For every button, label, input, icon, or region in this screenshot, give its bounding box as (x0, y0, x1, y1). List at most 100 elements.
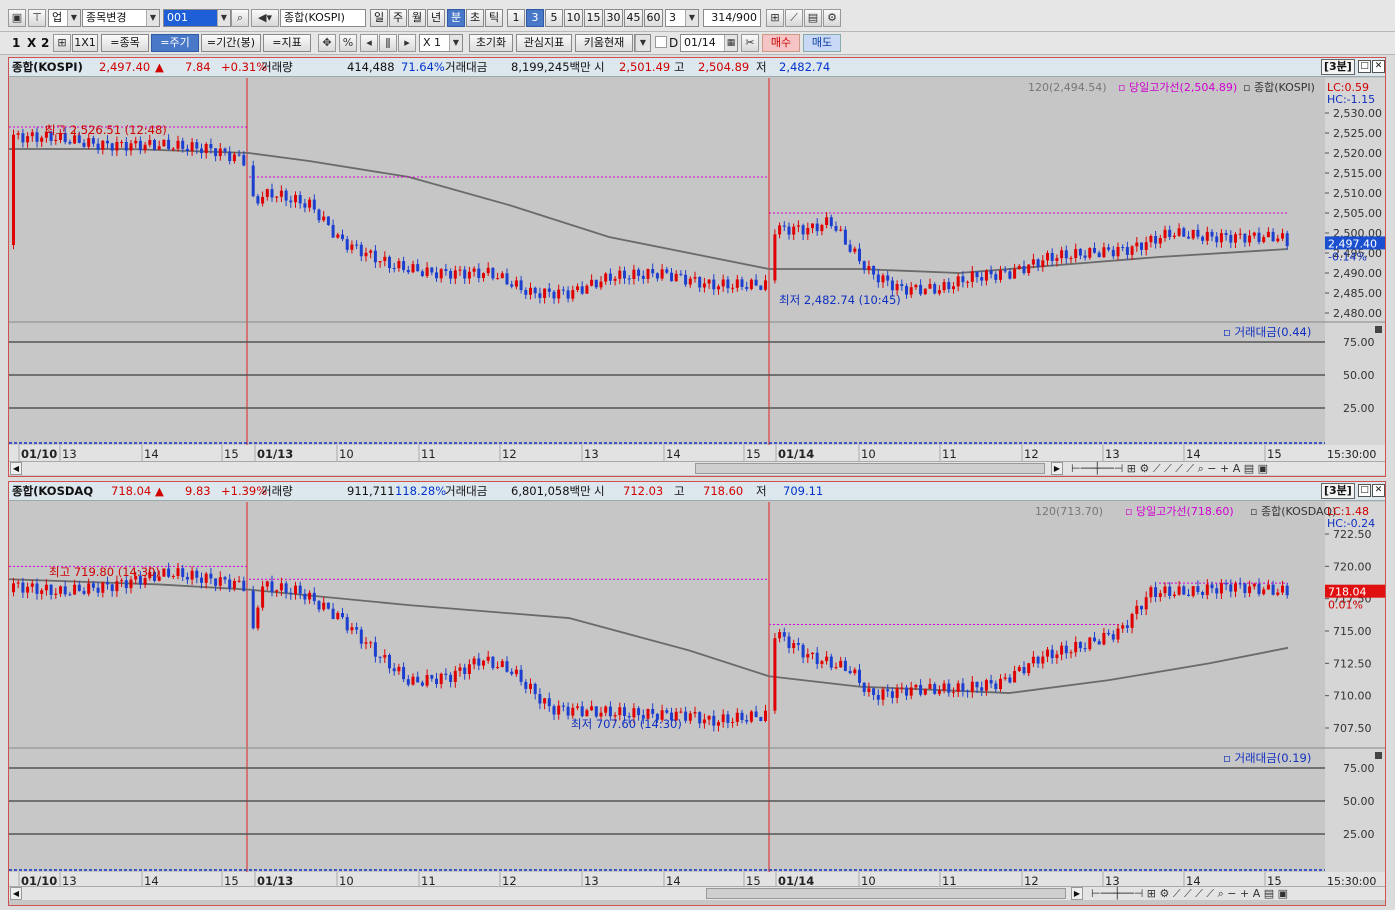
prev-icon[interactable]: ◂ (360, 34, 378, 52)
kosdaq-chart-tools[interactable]: ⊢──┼──⊣ ⊞ ⚙ ⟋ ⟋ ⟋ ⟋ ⌕ − + A ▤ ▣ (1091, 887, 1288, 900)
candle-body (355, 627, 359, 630)
maximize-icon[interactable]: □ (1358, 60, 1371, 73)
stock-change-select[interactable]: 종목변경 ▼ (82, 9, 160, 27)
candle-body (576, 286, 579, 290)
period-link-button[interactable]: =주기 (151, 34, 199, 52)
period-second[interactable]: 초 (466, 9, 484, 27)
grid-icon[interactable]: ⊞ (53, 34, 71, 52)
kospi-scrollbar[interactable]: ◀ ▶ ⊢──┼──⊣ ⊞ ⚙ ⟋ ⟋ ⟋ ⟋ ⌕ − + A ▤ ▣ (9, 461, 1385, 475)
interest-indicator-button[interactable]: 관심지표 (516, 34, 572, 52)
period-day[interactable]: 일 (370, 9, 388, 27)
kosdaq-interval-tag[interactable]: [3분] (1321, 483, 1355, 499)
interval-select[interactable]: 3 ▼ (665, 9, 699, 27)
pause-icon[interactable]: ǁ (379, 34, 397, 52)
candle-body (754, 279, 758, 286)
scroll-right-icon[interactable]: ▶ (1071, 887, 1083, 900)
indicator-link-button[interactable]: =지표 (263, 34, 311, 52)
interval-15[interactable]: 15 (584, 9, 603, 27)
main-plot-bg (9, 78, 1325, 322)
layout-2[interactable]: 2 (41, 34, 49, 52)
candle-body (1224, 233, 1228, 236)
candle-body (223, 148, 227, 152)
candle-body (44, 584, 48, 591)
save-icon[interactable]: ▤ (804, 9, 822, 27)
candle-body (848, 670, 852, 674)
interval-60[interactable]: 60 (644, 9, 663, 27)
layout-x[interactable]: X (27, 34, 36, 52)
next-icon[interactable]: ▸ (398, 34, 416, 52)
zoom-select[interactable]: X 1 ▼ (419, 34, 463, 52)
kiwoom-current-button[interactable]: 키움현재 (575, 34, 633, 52)
layout-1x1-button[interactable]: 1X1 (72, 34, 98, 52)
scroll-right-icon[interactable]: ▶ (1051, 462, 1063, 475)
candle-body (698, 277, 702, 288)
candle-body (571, 707, 575, 716)
period-year[interactable]: 년 (427, 9, 445, 27)
close-icon[interactable]: ✕ (1372, 60, 1385, 73)
date-checkbox[interactable] (655, 36, 667, 48)
dropdown-select[interactable]: ▼ (634, 34, 651, 52)
candle-body (1140, 605, 1143, 610)
buy-button[interactable]: 매수 (762, 34, 800, 52)
close-icon[interactable]: ✕ (1372, 484, 1385, 497)
scroll-left-icon[interactable]: ◀ (10, 462, 22, 475)
candle-body (134, 140, 138, 144)
maximize-icon[interactable]: □ (1358, 484, 1371, 497)
candle-body (566, 290, 570, 299)
stock-link-button[interactable]: =종목 (101, 34, 149, 52)
chart-type-icon[interactable]: ⊞ (766, 9, 784, 27)
x-tick-label: 14 (1186, 447, 1201, 461)
percent-icon[interactable]: % (339, 34, 357, 52)
crosshair-icon[interactable]: ✥ (318, 34, 336, 52)
interval-10[interactable]: 10 (564, 9, 583, 27)
date-input[interactable]: 01/14 ▦ (680, 34, 738, 52)
interval-3[interactable]: 3 (526, 9, 544, 27)
search-icon[interactable]: ⌕ (231, 9, 249, 27)
period-week[interactable]: 주 (389, 9, 407, 27)
market-select[interactable]: 업 ▼ (48, 9, 81, 27)
kospi-interval-tag[interactable]: [3분] (1321, 59, 1355, 75)
candle-body (895, 688, 899, 698)
kospi-high-label: 고 (674, 60, 685, 74)
interval-45[interactable]: 45 (624, 9, 643, 27)
draw-line-icon[interactable]: ⟋ (785, 9, 803, 27)
reset-button[interactable]: 초기화 (469, 34, 513, 52)
period-month[interactable]: 월 (408, 9, 426, 27)
bar-count-field[interactable]: 314/900 (703, 9, 761, 27)
scroll-left-icon[interactable]: ◀ (10, 887, 22, 900)
kospi-scroll-thumb[interactable] (695, 463, 1045, 474)
kosdaq-scroll-thumb[interactable] (706, 888, 1066, 899)
candle-body (914, 684, 918, 688)
window-icon[interactable]: ▣ (8, 9, 26, 27)
kosdaq-scrollbar[interactable]: ◀ ▶ ⊢──┼──⊣ ⊞ ⚙ ⟋ ⟋ ⟋ ⟋ ⌕ − + A ▤ ▣ (9, 886, 1385, 900)
kospi-chart-tools[interactable]: ⊢──┼──⊣ ⊞ ⚙ ⟋ ⟋ ⟋ ⟋ ⌕ − + A ▤ ▣ (1071, 462, 1268, 475)
interval-5[interactable]: 5 (545, 9, 563, 27)
period-tick[interactable]: 틱 (485, 9, 503, 27)
period-minute[interactable]: 분 (447, 9, 465, 27)
candle-body (1121, 246, 1125, 248)
settings-icon[interactable]: ⚙ (823, 9, 841, 27)
kospi-chart[interactable]: 2,530.00 2,525.00 2,520.00 2,515.00 2,510.00… (9, 78, 1385, 463)
kospi-vol-ratio: 71.64% (401, 60, 445, 74)
speaker-icon[interactable]: ◀▾ (251, 9, 279, 27)
interval-30[interactable]: 30 (604, 9, 623, 27)
pin-icon[interactable]: ⊤ (28, 9, 46, 27)
code-input[interactable]: 001 ▼ (163, 9, 231, 27)
candle-body (1036, 259, 1040, 267)
y-tick-label: 2,515.00 (1333, 167, 1382, 180)
candle-body (261, 586, 265, 608)
candle-body (594, 706, 598, 717)
candle-body (392, 668, 396, 672)
candle-body (524, 290, 528, 295)
candle-body (702, 283, 706, 288)
layout-1[interactable]: 1 (12, 34, 20, 52)
x-tick-label: 14 (144, 447, 159, 461)
candle-body (952, 691, 955, 693)
interval-1[interactable]: 1 (507, 9, 525, 27)
sub-tick-label: 75.00 (1343, 336, 1375, 349)
scissors-icon[interactable]: ✂ (741, 34, 759, 52)
candle-body (181, 140, 185, 149)
sell-button[interactable]: 매도 (803, 34, 841, 52)
kosdaq-chart[interactable]: 722.50720.00717.50715.00712.50710.00707.… (8, 502, 1385, 890)
range-link-button[interactable]: =기간(봉) (201, 34, 261, 52)
